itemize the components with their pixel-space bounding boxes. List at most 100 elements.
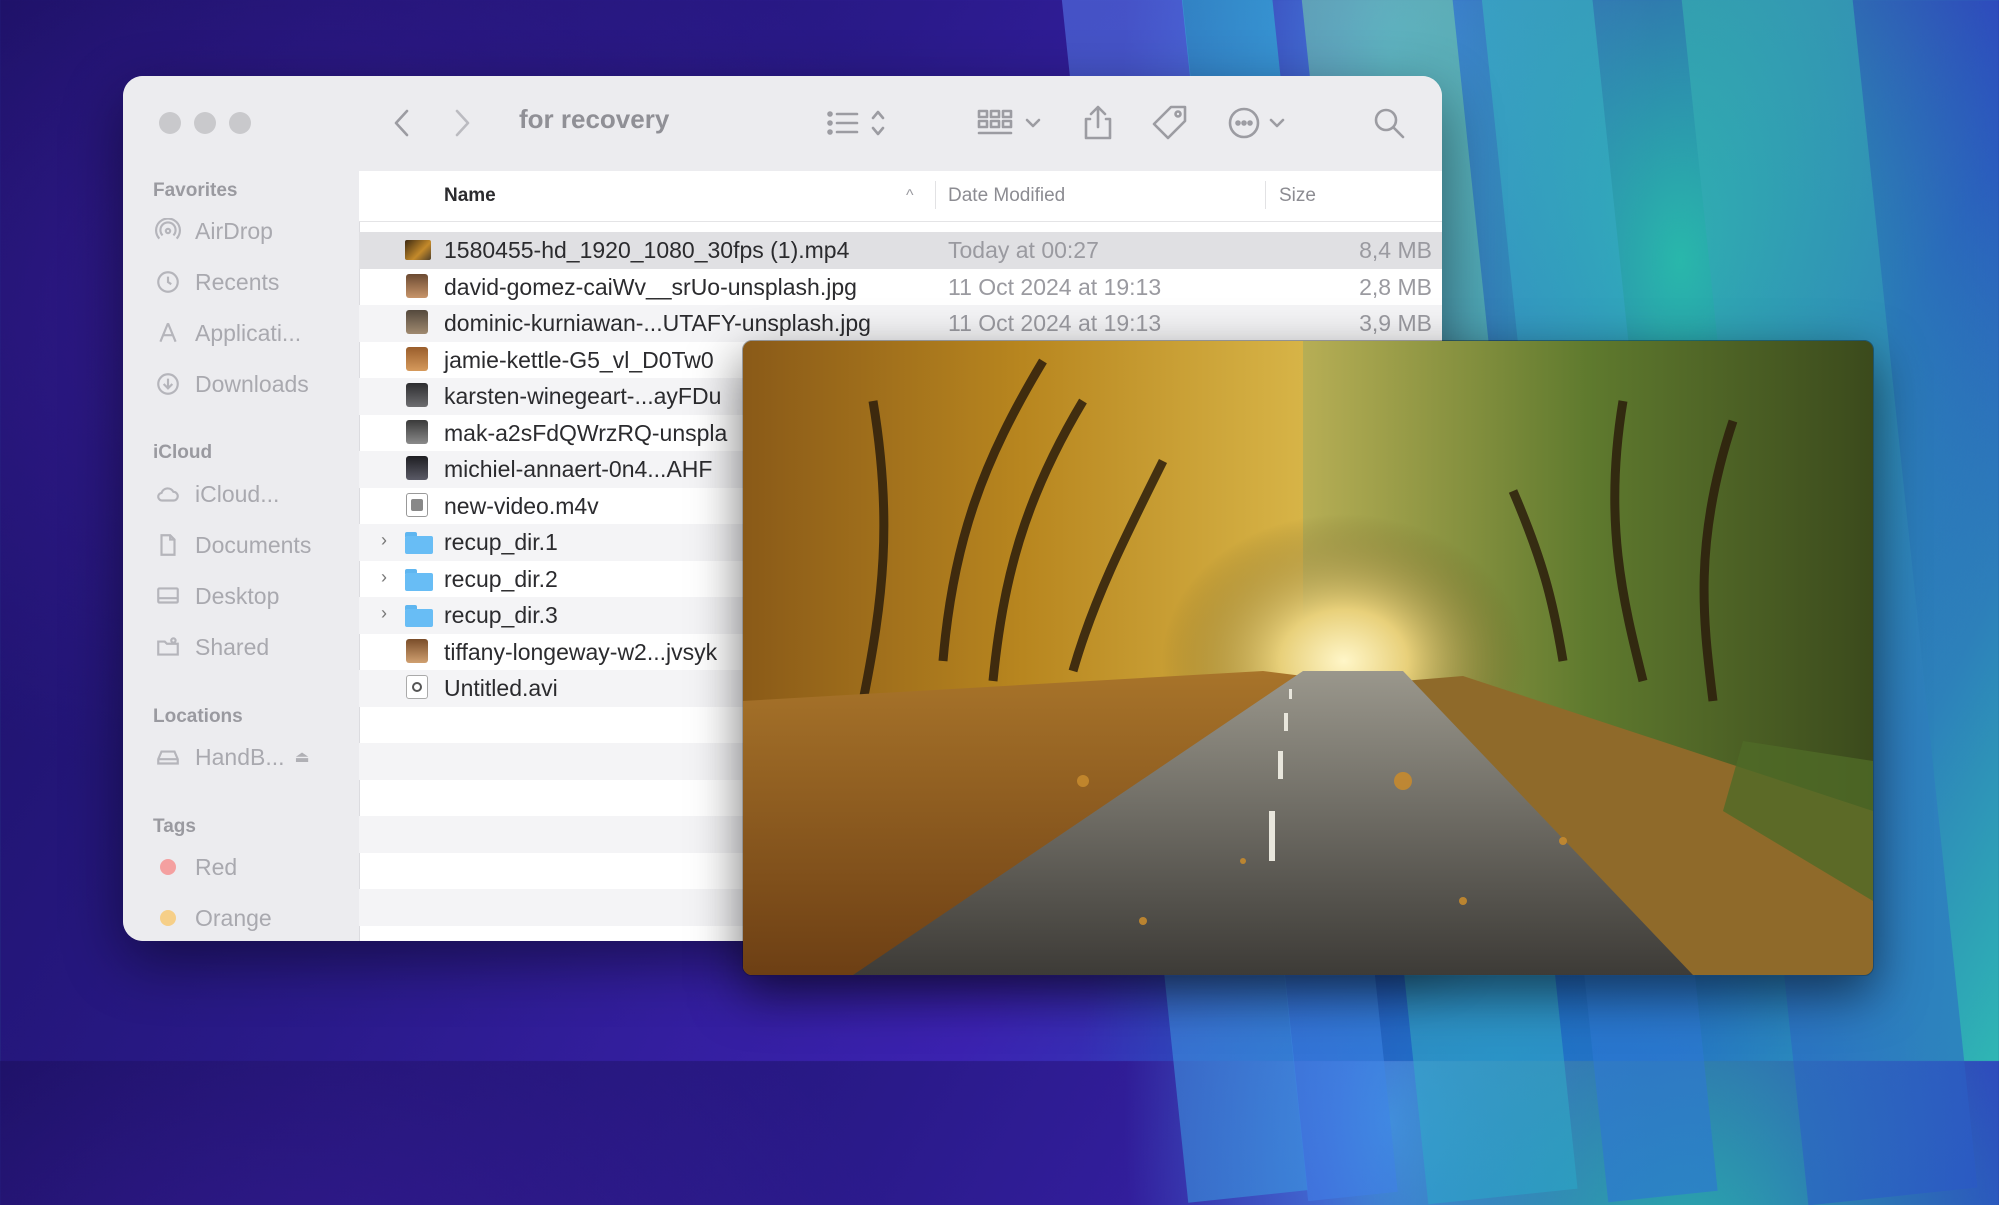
sidebar-item-tag-orange[interactable]: Orange (153, 901, 272, 935)
image-thumbnail-icon (405, 456, 429, 482)
favorites-heading: Favorites (153, 180, 238, 201)
view-options-button[interactable] (825, 100, 895, 146)
sidebar-item-label: AirDrop (195, 217, 273, 244)
tag-icon (1152, 105, 1187, 140)
file-date: Today at 00:27 (948, 237, 1099, 263)
folder-icon (405, 529, 433, 555)
icloud-heading: iCloud (153, 442, 213, 463)
column-header: Name ^ Date Modified Size (359, 171, 1442, 222)
column-divider[interactable] (1265, 181, 1266, 209)
tag-button[interactable] (1151, 100, 1189, 146)
list-view-icon (827, 110, 885, 136)
date-column-header[interactable]: Date Modified (948, 185, 1065, 207)
sidebar-item-shared[interactable]: Shared (153, 630, 269, 664)
applications-icon (153, 318, 183, 348)
table-row[interactable]: david-gomez-caiWv__srUo-unsplash.jpg 11 … (359, 269, 1442, 306)
sidebar: Favorites AirDrop Recents Applicati... D… (123, 76, 360, 941)
sidebar-item-applications[interactable]: Applicati... (153, 316, 301, 350)
quick-look-preview[interactable] (742, 340, 1874, 976)
sidebar-item-desktop[interactable]: Desktop (153, 579, 279, 613)
file-date: 11 Oct 2024 at 19:13 (948, 310, 1162, 336)
video-thumbnail-icon (405, 237, 431, 263)
file-name: david-gomez-caiWv__srUo-unsplash.jpg (444, 273, 857, 300)
sidebar-item-handbrake-drive[interactable]: HandB... ⏏ (153, 740, 310, 774)
file-name: recup_dir.1 (444, 529, 558, 555)
window-title: for recovery (519, 104, 670, 134)
sidebar-item-tag-red[interactable]: Red (153, 850, 237, 884)
minimize-window-button[interactable] (194, 112, 216, 134)
share-button[interactable] (1081, 100, 1115, 146)
share-icon (1084, 105, 1112, 140)
search-button[interactable] (1371, 100, 1407, 146)
avi-file-icon (405, 675, 429, 701)
file-name: new-video.m4v (444, 492, 599, 519)
file-name: michiel-annaert-0n4...AHF (444, 456, 713, 482)
sidebar-item-icloud-drive[interactable]: iCloud... (153, 477, 279, 511)
folder-icon (405, 602, 433, 628)
tags-heading: Tags (153, 816, 196, 837)
table-row[interactable]: dominic-kurniawan-...UTAFY-unsplash.jpg … (359, 305, 1442, 342)
zoom-window-button[interactable] (229, 112, 251, 134)
disclosure-triangle-icon[interactable]: › (381, 567, 387, 588)
orange-tag-icon (160, 910, 176, 926)
image-thumbnail-icon (405, 419, 429, 446)
file-size: 3,9 MB (1359, 310, 1432, 336)
file-name: recup_dir.2 (444, 565, 558, 592)
chevron-right-icon (455, 109, 470, 137)
disclosure-triangle-icon[interactable]: › (381, 603, 387, 624)
table-row[interactable]: 1580455-hd_1920_1080_30fps (1).mp4 Today… (359, 232, 1442, 269)
file-name: 1580455-hd_1920_1080_30fps (1).mp4 (444, 237, 850, 263)
image-thumbnail-icon (405, 310, 429, 336)
file-name: mak-a2sFdQWrzRQ-unspla (444, 419, 728, 446)
name-column-header[interactable]: Name (444, 185, 496, 207)
disclosure-triangle-icon[interactable]: › (381, 530, 387, 551)
eject-icon[interactable]: ⏏ (295, 747, 310, 767)
download-icon (153, 369, 183, 399)
file-name: dominic-kurniawan-...UTAFY-unsplash.jpg (444, 310, 871, 336)
file-size: 2,8 MB (1359, 273, 1432, 300)
ellipsis-circle-icon (1228, 107, 1285, 139)
drive-icon (153, 742, 183, 772)
column-divider[interactable] (935, 181, 936, 209)
sidebar-item-label: HandB... (195, 743, 285, 770)
locations-heading: Locations (153, 706, 243, 727)
red-tag-icon (160, 859, 176, 875)
group-button[interactable] (977, 100, 1047, 146)
cloud-icon (153, 479, 183, 509)
file-size: 8,4 MB (1359, 237, 1432, 263)
file-date: 11 Oct 2024 at 19:13 (948, 273, 1162, 300)
group-grid-icon (977, 109, 1041, 135)
sidebar-item-label: iCloud... (195, 480, 280, 507)
document-icon (153, 530, 183, 560)
back-button[interactable] (389, 100, 415, 146)
file-name: tiffany-longeway-w2...jvsyk (444, 638, 718, 665)
file-name: Untitled.avi (444, 675, 558, 701)
sidebar-item-airdrop[interactable]: AirDrop (153, 214, 273, 248)
window-controls (159, 112, 251, 134)
sidebar-item-documents[interactable]: Documents (153, 528, 311, 562)
sidebar-item-label: Recents (195, 268, 280, 295)
sidebar-item-recents[interactable]: Recents (153, 265, 279, 299)
airdrop-icon (153, 216, 183, 246)
sidebar-item-label: Applicati... (195, 319, 302, 346)
sidebar-item-label: Downloads (195, 370, 309, 397)
image-thumbnail-icon (405, 346, 429, 373)
file-name: karsten-winegeart-...ayFDu (444, 383, 722, 409)
image-thumbnail-icon (405, 383, 429, 409)
search-icon (1374, 108, 1405, 139)
file-name: recup_dir.3 (444, 602, 558, 628)
image-thumbnail-icon (405, 638, 429, 665)
size-column-header[interactable]: Size (1279, 185, 1316, 207)
toolbar: for recovery (359, 76, 1442, 171)
autumn-road-preview-image (743, 341, 1873, 975)
more-actions-button[interactable] (1227, 100, 1299, 146)
sidebar-item-label: Documents (195, 531, 312, 558)
sidebar-item-label: Orange (195, 904, 272, 931)
forward-button[interactable] (449, 100, 475, 146)
file-name: jamie-kettle-G5_vl_D0Tw0 (444, 346, 714, 373)
shared-folder-icon (153, 632, 183, 662)
close-window-button[interactable] (159, 112, 181, 134)
sidebar-item-label: Desktop (195, 582, 280, 609)
sort-ascending-icon[interactable]: ^ (906, 187, 914, 205)
sidebar-item-downloads[interactable]: Downloads (153, 367, 309, 401)
